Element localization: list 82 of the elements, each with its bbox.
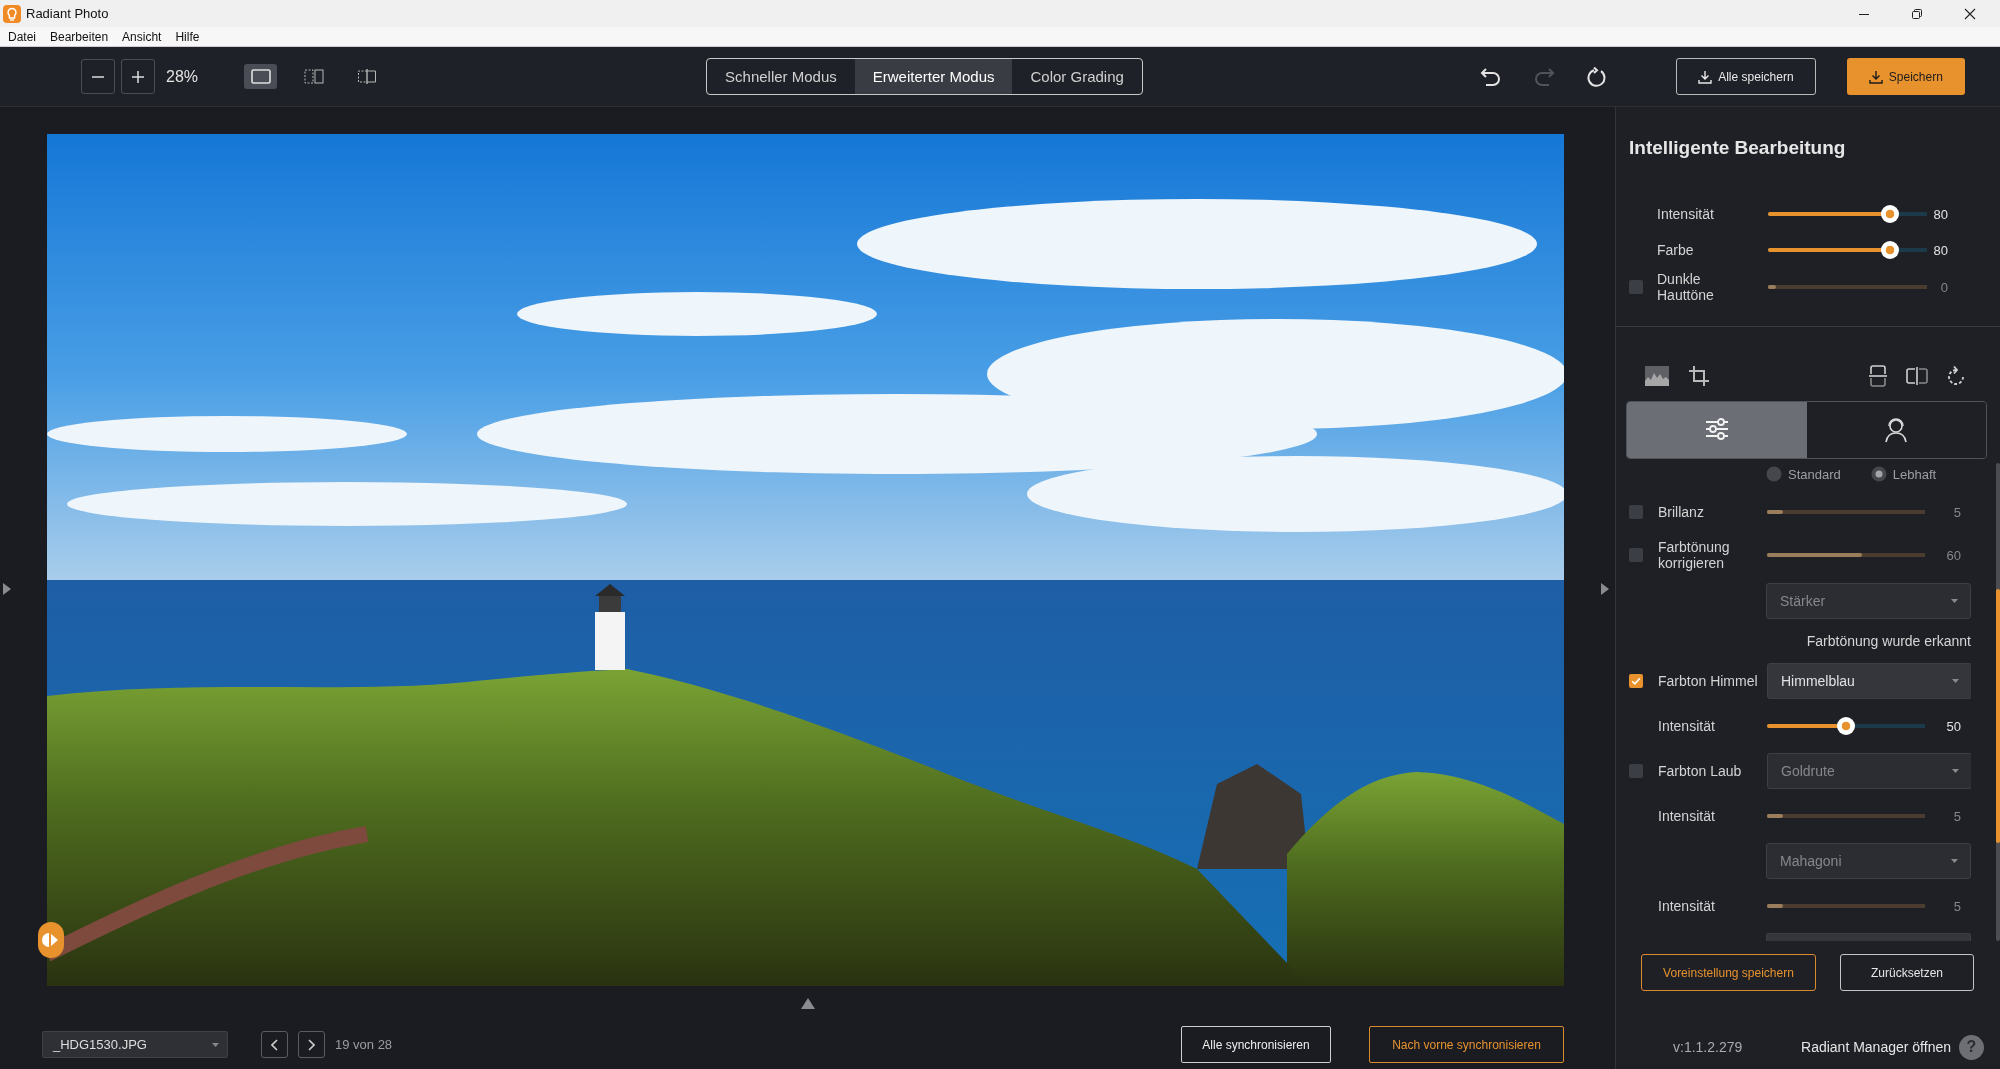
zoom-in-button[interactable]	[121, 59, 155, 94]
slider-value: 60	[1945, 547, 1961, 563]
sync-all-button[interactable]: Alle synchronisieren	[1181, 1026, 1331, 1064]
slider-label: Farbtönung korrigieren	[1658, 539, 1731, 571]
reset-icon[interactable]	[1585, 66, 1608, 87]
save-button[interactable]: Speichern	[1846, 58, 1965, 95]
slider-label: Intensität	[1657, 206, 1715, 222]
reset-button[interactable]: Zurücksetzen	[1840, 954, 1974, 991]
menu-item[interactable]: Ansicht	[122, 29, 162, 44]
caret-up-icon[interactable]	[800, 997, 815, 1009]
maximize-icon[interactable]	[1911, 7, 1923, 20]
detection-note: Farbtönung wurde erkannt	[1806, 632, 1971, 651]
chevron-right-icon	[308, 1038, 315, 1051]
panel-tab[interactable]	[1627, 402, 1807, 458]
caret-down-icon	[212, 1042, 219, 1047]
slider-value: 80	[1932, 242, 1948, 258]
option-label: Farbton Laub	[1658, 763, 1743, 779]
window-title: Radiant Photo	[26, 6, 109, 21]
crop-icon[interactable]	[1688, 365, 1710, 387]
slider-label: Dunkle Hauttöne	[1657, 271, 1715, 303]
sliders-icon	[1704, 417, 1729, 443]
menu-item[interactable]: Bearbeiten	[50, 29, 109, 44]
flip-horizontal-icon[interactable]	[1906, 367, 1928, 385]
flip-vertical-icon[interactable]	[1869, 365, 1887, 387]
compare-handle-icon[interactable]	[38, 922, 64, 958]
download-icon	[1698, 69, 1713, 84]
menu-item[interactable]: Hilfe	[175, 29, 200, 44]
radio-option[interactable]: Standard	[1766, 466, 1841, 482]
slider-value: 80	[1932, 206, 1948, 222]
caret-right-icon[interactable]	[3, 583, 11, 595]
person-icon	[1884, 417, 1909, 443]
manager-link[interactable]: Radiant Manager öffnen	[1801, 1039, 1951, 1055]
slider-value: 5	[1952, 504, 1961, 520]
slider-label: Farbe	[1657, 242, 1695, 258]
single-view-icon	[250, 69, 271, 84]
save-all-button[interactable]: Alle speichern	[1675, 58, 1816, 95]
caret-right-icon[interactable]	[1601, 583, 1609, 595]
compare-view-icon	[356, 69, 377, 84]
mode-tab[interactable]: Schneller Modus	[707, 59, 855, 94]
sync-forward-button[interactable]: Nach vorne synchronisieren	[1369, 1026, 1564, 1064]
caret-down-icon	[1951, 859, 1958, 863]
slider-value: 5	[1952, 898, 1961, 914]
histogram-icon[interactable]	[1645, 366, 1669, 386]
slider-thumb[interactable]	[1880, 241, 1899, 259]
slider-value: 0	[1939, 279, 1948, 295]
slider-label: Intensität	[1658, 718, 1716, 734]
slider-thumb[interactable]	[1880, 205, 1899, 223]
app-logo-icon	[3, 4, 21, 23]
view-mode-button[interactable]	[244, 64, 278, 89]
undo-icon[interactable]	[1479, 66, 1502, 87]
close-icon[interactable]	[1964, 7, 1976, 20]
previous-button[interactable]	[261, 1031, 288, 1059]
mode-tab[interactable]: Erweiterter Modus	[854, 59, 1013, 94]
dropdown[interactable]: Himmelblau	[1767, 663, 1971, 699]
panel-title: Intelligente Bearbeitung	[1629, 136, 1846, 160]
save-preset-button[interactable]: Voreinstellung speichern	[1641, 954, 1816, 991]
scrollbar-thumb[interactable]	[1996, 589, 2000, 843]
slider-thumb[interactable]	[1837, 717, 1855, 735]
split-view-icon	[303, 69, 324, 84]
version-label: v:1.1.2.279	[1673, 1039, 1743, 1055]
slider-value: 50	[1945, 718, 1961, 734]
slider-label: Intensität	[1658, 898, 1716, 914]
caret-down-icon	[1951, 599, 1958, 603]
caret-down-icon	[1952, 679, 1959, 683]
radio-option[interactable]: Lebhaft	[1870, 466, 1937, 482]
slider-label: Intensität	[1658, 808, 1716, 824]
slider-label: Brillanz	[1658, 504, 1705, 520]
slider-value: 5	[1952, 808, 1961, 824]
next-button[interactable]	[298, 1031, 325, 1059]
zoom-level: 28%	[166, 67, 199, 86]
file-dropdown[interactable]: _HDG1530.JPG	[42, 1031, 228, 1059]
rotate-icon[interactable]	[1947, 366, 1965, 386]
zoom-out-button[interactable]	[81, 59, 115, 94]
download-icon	[1868, 69, 1883, 84]
option-label: Farbton Himmel	[1658, 673, 1758, 689]
image-counter: 19 von 28	[335, 1037, 393, 1053]
mode-tab[interactable]: Color Grading	[1012, 59, 1142, 94]
checkbox[interactable]	[1629, 674, 1643, 688]
caret-down-icon	[1952, 769, 1959, 773]
menu-item[interactable]: Datei	[8, 29, 36, 44]
plus-icon	[132, 70, 144, 83]
chevron-left-icon	[271, 1038, 278, 1051]
